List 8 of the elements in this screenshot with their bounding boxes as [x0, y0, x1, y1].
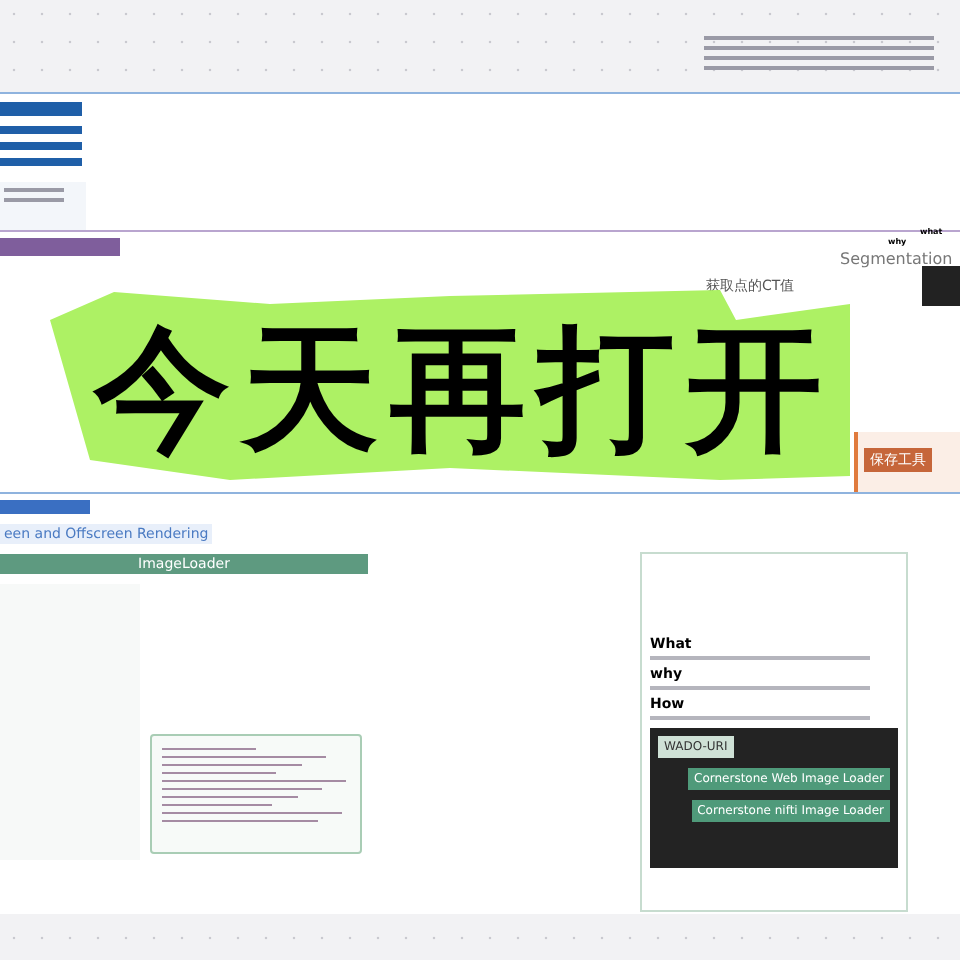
- heading-bar: [0, 500, 90, 514]
- node-label: Segmentation: [840, 250, 953, 268]
- link-bar: [0, 158, 82, 166]
- heading-bar: [0, 102, 82, 116]
- link-bar: [0, 126, 82, 134]
- heading-bar: [0, 238, 120, 256]
- link-bar: [0, 142, 82, 150]
- tooltip-card: [922, 266, 960, 306]
